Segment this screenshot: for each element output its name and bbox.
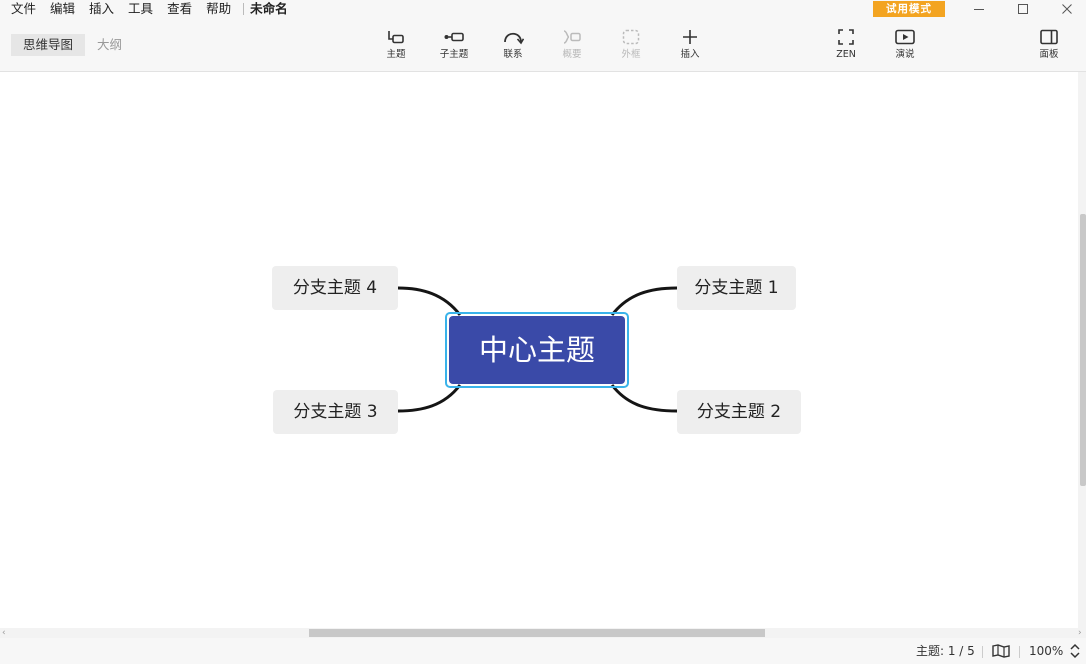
panel-tool-label: 面板	[1039, 49, 1059, 60]
connector-branch-2	[610, 384, 678, 413]
relationship-icon	[504, 32, 524, 45]
connector-branch-4	[397, 286, 462, 316]
pitch-tool[interactable]: 演说	[879, 27, 931, 65]
relationship-tool[interactable]: 联系	[487, 27, 539, 65]
branch-topic-2[interactable]: 分支主题 2	[677, 390, 801, 434]
summary-icon	[563, 30, 581, 44]
insert-tool-label: 插入	[680, 49, 700, 60]
relationship-tool-label: 联系	[503, 49, 523, 60]
horizontal-scroll-thumb[interactable]	[309, 629, 765, 637]
menu-view[interactable]: 查看	[156, 0, 192, 18]
boundary-icon	[622, 29, 640, 45]
minimize-icon	[974, 9, 984, 10]
maximize-icon	[1018, 4, 1028, 14]
zen-mode-tool[interactable]: ZEN	[820, 27, 872, 65]
topic-count: 主题: 1 / 5	[916, 644, 975, 658]
minimize-button[interactable]	[957, 0, 1001, 18]
scroll-left-arrow-icon[interactable]: ‹	[2, 628, 6, 638]
play-icon	[895, 29, 915, 45]
topic-tool-label: 主题	[386, 49, 406, 60]
plus-icon	[683, 30, 697, 44]
zen-tool-label: ZEN	[836, 49, 856, 60]
mindmap-canvas[interactable]: 分支主题 1 分支主题 2 分支主题 3 分支主题 4 中心主题	[0, 72, 1078, 628]
fullscreen-icon	[838, 29, 854, 45]
topic-tool[interactable]: 主题	[370, 27, 422, 65]
boundary-tool-label: 外框	[621, 49, 641, 60]
status-divider	[982, 646, 983, 658]
branch-topic-4[interactable]: 分支主题 4	[272, 266, 398, 310]
subtopic-tool[interactable]: 子主题	[428, 27, 480, 65]
maximize-button[interactable]	[1001, 0, 1045, 18]
menu-help[interactable]: 帮助	[195, 0, 231, 18]
subtopic-icon	[444, 32, 464, 42]
menu-edit[interactable]: 编辑	[39, 0, 75, 18]
summary-tool[interactable]: 概要	[546, 27, 598, 65]
branch-topic-1[interactable]: 分支主题 1	[677, 266, 796, 310]
menu-divider	[243, 3, 245, 15]
panel-icon	[1040, 29, 1058, 45]
document-title: 未命名	[250, 1, 288, 16]
scroll-right-arrow-icon[interactable]: ›	[1078, 628, 1082, 638]
status-divider	[1019, 646, 1020, 658]
central-topic[interactable]: 中心主题	[449, 316, 625, 384]
tab-mindmap[interactable]: 思维导图	[11, 34, 86, 56]
menu-bar: 文件 编辑 插入 工具 查看 帮助 未命名	[0, 0, 288, 18]
topic-icon	[388, 31, 404, 44]
summary-tool-label: 概要	[562, 49, 582, 60]
zoom-level[interactable]: 100%	[1029, 638, 1063, 664]
insert-tool[interactable]: 插入	[664, 27, 716, 65]
connector-branch-1	[610, 286, 678, 316]
connector-branch-3	[397, 384, 462, 413]
status-bar: 主题: 1 / 5 100%	[0, 638, 1086, 664]
menu-file[interactable]: 文件	[0, 0, 36, 18]
boundary-tool[interactable]: 外框	[605, 27, 657, 65]
menu-tools[interactable]: 工具	[117, 0, 153, 18]
vertical-scroll-thumb[interactable]	[1080, 214, 1086, 486]
pitch-tool-label: 演说	[895, 49, 915, 60]
top-bar: 文件 编辑 插入 工具 查看 帮助 未命名 试用模式 思维导图 大纲 主题 子主	[0, 0, 1086, 72]
tab-outline[interactable]: 大纲	[85, 34, 134, 56]
trial-mode-badge[interactable]: 试用模式	[873, 1, 945, 17]
view-tabs: 思维导图 大纲	[11, 34, 134, 56]
subtopic-tool-label: 子主题	[439, 49, 469, 60]
close-window-button[interactable]	[1045, 0, 1086, 18]
branch-topic-3[interactable]: 分支主题 3	[273, 390, 398, 434]
panel-tool[interactable]: 面板	[1023, 27, 1075, 65]
menu-insert[interactable]: 插入	[78, 0, 114, 18]
zoom-stepper-icon[interactable]	[1069, 642, 1081, 660]
close-icon	[1062, 4, 1072, 14]
map-overview-icon[interactable]	[992, 644, 1010, 658]
